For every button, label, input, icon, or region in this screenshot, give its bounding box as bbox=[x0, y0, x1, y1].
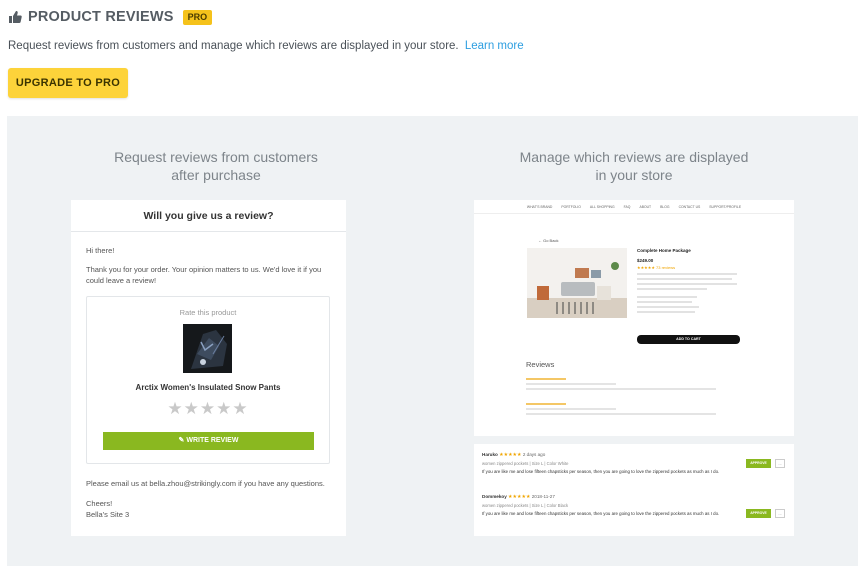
review-body: If you are like me and lose fifteen chap… bbox=[482, 511, 720, 516]
description-text: Request reviews from customers and manag… bbox=[8, 40, 459, 52]
email-greeting: Hi there! bbox=[86, 246, 115, 255]
store-nav-item: SUPPORT/PROFILE bbox=[709, 204, 742, 209]
store-back-link: ← Go Back bbox=[538, 238, 559, 243]
store-nav-item: ABOUT bbox=[639, 204, 652, 209]
more-options-button[interactable]: ... bbox=[775, 509, 785, 518]
store-preview: WHAT'S BRAND PORTFOLIO ALL SHOPPING FAQ … bbox=[474, 200, 794, 436]
product-image bbox=[183, 324, 232, 373]
page-header: PRODUCT REVIEWS PRO bbox=[8, 9, 213, 25]
review-date: 2 days ago bbox=[522, 452, 546, 457]
page-description: Request reviews from customers and manag… bbox=[8, 40, 524, 52]
feature-panel: Request reviews from customers after pur… bbox=[7, 116, 858, 566]
rate-product-box: Rate this product Arctix Women's Insulat… bbox=[86, 296, 330, 464]
store-nav-item: FAQ bbox=[623, 204, 631, 209]
store-product-price: $249.00 bbox=[637, 258, 654, 263]
review-stars: ★★★★★ bbox=[499, 452, 522, 458]
store-nav-item: CONTACT US bbox=[678, 204, 701, 209]
email-contact: Please email us at bella.zhou@strikingly… bbox=[86, 479, 325, 488]
approve-button[interactable]: APPROVE bbox=[746, 459, 771, 468]
thumbs-up-icon bbox=[9, 11, 22, 23]
rate-label: Rate this product bbox=[179, 308, 237, 317]
approval-row: Dommekoy ★★★★★ 2018-11-27 women zippered… bbox=[482, 494, 784, 517]
email-signature: Bella's Site 3 bbox=[86, 510, 130, 519]
approval-row: Haruko ★★★★★ 2 days ago women zippered p… bbox=[482, 452, 784, 475]
email-message: Thank you for your order. Your opinion m… bbox=[86, 265, 322, 285]
review-email-preview: Will you give us a review? Hi there! Tha… bbox=[71, 200, 346, 536]
review-meta: women zippered pockets | Size L | Color … bbox=[482, 461, 569, 466]
store-nav-item: ALL SHOPPING bbox=[589, 204, 615, 209]
store-nav-item: PORTFOLIO bbox=[561, 204, 581, 209]
rating-stars[interactable]: ★★★★★ bbox=[87, 399, 329, 419]
product-name: Arctix Women's Insulated Snow Pants bbox=[135, 383, 281, 392]
more-options-button[interactable]: ... bbox=[775, 459, 785, 468]
write-review-button[interactable]: ✎ WRITE REVIEW bbox=[103, 432, 314, 450]
manage-reviews-heading: Manage which reviews are displayed in yo… bbox=[519, 149, 749, 183]
review-meta: women zippered pockets | Size L | Color … bbox=[482, 503, 569, 508]
store-review-item bbox=[526, 400, 746, 415]
review-stars: ★★★★★ bbox=[508, 494, 531, 500]
store-product-rating: ★★★★★ 73 reviews bbox=[637, 265, 676, 270]
store-product-image bbox=[527, 248, 627, 318]
reviewer-name: Dommekoy bbox=[482, 494, 507, 499]
store-nav: WHAT'S BRAND PORTFOLIO ALL SHOPPING FAQ … bbox=[474, 200, 794, 214]
store-nav-item: WHAT'S BRAND bbox=[526, 204, 553, 209]
email-title: Will you give us a review? bbox=[71, 200, 346, 232]
add-to-cart-button: ADD TO CART bbox=[637, 335, 740, 344]
reviewer-name: Haruko bbox=[482, 452, 498, 457]
store-product-title: Complete Home Package bbox=[637, 248, 691, 253]
approve-button[interactable]: APPROVE bbox=[746, 509, 771, 518]
request-reviews-heading: Request reviews from customers after pur… bbox=[114, 149, 318, 183]
pro-badge: PRO bbox=[182, 9, 213, 25]
store-reviews-heading: Reviews bbox=[526, 360, 555, 369]
review-date: 2018-11-27 bbox=[531, 494, 555, 499]
email-signoff: Cheers! bbox=[86, 499, 113, 508]
page-title: PRODUCT REVIEWS bbox=[28, 9, 174, 25]
review-approval-list: Haruko ★★★★★ 2 days ago women zippered p… bbox=[474, 444, 794, 536]
store-product-info: Complete Home Package $249.00 ★★★★★ 73 r… bbox=[637, 248, 747, 313]
store-nav-item: BLOG bbox=[660, 204, 670, 209]
learn-more-link[interactable]: Learn more bbox=[465, 40, 524, 52]
upgrade-to-pro-button[interactable]: UPGRADE TO PRO bbox=[8, 68, 128, 98]
store-review-item bbox=[526, 375, 746, 390]
review-body: If you are like me and lose fifteen chap… bbox=[482, 469, 720, 474]
